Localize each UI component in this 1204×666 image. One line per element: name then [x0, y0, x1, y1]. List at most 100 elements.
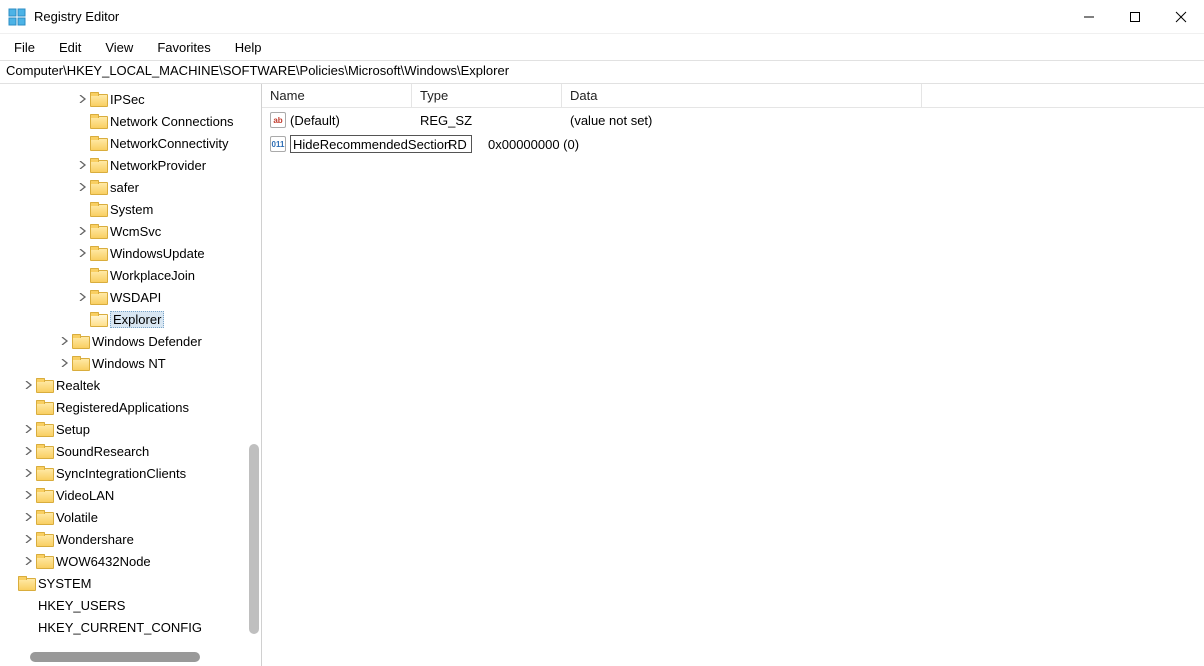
tree-item[interactable]: HKEY_CURRENT_CONFIG [0, 616, 261, 638]
tree-item-label: Network Connections [110, 114, 234, 129]
folder-icon [90, 114, 106, 128]
tree-item-label: WSDAPI [110, 290, 161, 305]
main-split: IPSec Network Connections NetworkConnectiv… [0, 84, 1204, 666]
tree-item[interactable]: WindowsUpdate [0, 242, 261, 264]
tree-item[interactable]: Realtek [0, 374, 261, 396]
chevron-right-icon[interactable] [22, 510, 36, 524]
chevron-right-icon[interactable] [76, 246, 90, 260]
chevron-right-icon[interactable] [22, 378, 36, 392]
menu-view[interactable]: View [95, 38, 143, 57]
folder-icon [36, 488, 52, 502]
column-header-name[interactable]: Name [262, 84, 412, 107]
menubar: File Edit View Favorites Help [0, 34, 1204, 60]
tree-item[interactable]: NetworkConnectivity [0, 132, 261, 154]
tree-item[interactable]: RegisteredApplications [0, 396, 261, 418]
chevron-right-icon[interactable] [76, 290, 90, 304]
tree-item-label: WcmSvc [110, 224, 161, 239]
chevron-right-icon[interactable] [22, 554, 36, 568]
chevron-right-icon[interactable] [58, 334, 72, 348]
column-header-type[interactable]: Type [412, 84, 562, 107]
maximize-button[interactable] [1112, 0, 1158, 34]
chevron-right-icon[interactable] [58, 356, 72, 370]
tree-item[interactable]: HKEY_USERS [0, 594, 261, 616]
tree-item[interactable]: System [0, 198, 261, 220]
tree-item-label: Windows NT [92, 356, 166, 371]
close-button[interactable] [1158, 0, 1204, 34]
tree-item-label: safer [110, 180, 139, 195]
tree-item-label: Explorer [110, 311, 164, 328]
chevron-right-icon[interactable] [76, 224, 90, 238]
tree-horizontal-scrollbar-thumb[interactable] [30, 652, 200, 662]
dword-value-icon: 011 [270, 136, 286, 152]
list-pane[interactable]: Name Type Data ab (Default) REG_SZ (valu… [262, 84, 1204, 666]
folder-icon [90, 312, 106, 326]
menu-file[interactable]: File [4, 38, 45, 57]
folder-icon [90, 268, 106, 282]
tree-item[interactable]: Windows NT [0, 352, 261, 374]
tree-item-label: RegisteredApplications [56, 400, 189, 415]
tree-item[interactable]: WSDAPI [0, 286, 261, 308]
chevron-right-icon[interactable] [22, 532, 36, 546]
tree-item[interactable]: SyncIntegrationClients [0, 462, 261, 484]
folder-icon [36, 378, 52, 392]
tree-item-label: HKEY_USERS [38, 598, 125, 613]
folder-icon [36, 466, 52, 480]
tree-item[interactable]: Network Connections [0, 110, 261, 132]
tree-item-label: NetworkConnectivity [110, 136, 229, 151]
window-title: Registry Editor [34, 9, 119, 24]
tree-item[interactable]: IPSec [0, 88, 261, 110]
tree-item[interactable]: Explorer [0, 308, 261, 330]
menu-edit[interactable]: Edit [49, 38, 91, 57]
tree-item[interactable]: NetworkProvider [0, 154, 261, 176]
chevron-right-icon[interactable] [76, 180, 90, 194]
chevron-right-icon[interactable] [76, 92, 90, 106]
chevron-right-icon[interactable] [76, 158, 90, 172]
minimize-button[interactable] [1066, 0, 1112, 34]
chevron-right-icon[interactable] [22, 488, 36, 502]
address-bar[interactable]: Computer\HKEY_LOCAL_MACHINE\SOFTWARE\Pol… [0, 60, 1204, 84]
list-row[interactable]: ab (Default) REG_SZ (value not set) [262, 108, 1204, 132]
tree-item-label: HKEY_CURRENT_CONFIG [38, 620, 202, 635]
folder-icon [90, 158, 106, 172]
tree-vertical-scrollbar-thumb[interactable] [249, 444, 259, 634]
tree-item-label: VideoLAN [56, 488, 114, 503]
tree-item[interactable]: Volatile [0, 506, 261, 528]
tree-item[interactable]: VideoLAN [0, 484, 261, 506]
value-type: REG_SZ [412, 113, 562, 128]
folder-icon [18, 576, 34, 590]
tree-item-label: IPSec [110, 92, 145, 107]
menu-help[interactable]: Help [225, 38, 272, 57]
tree-item[interactable]: Wondershare [0, 528, 261, 550]
folder-icon [90, 224, 106, 238]
tree-pane[interactable]: IPSec Network Connections NetworkConnectiv… [0, 84, 262, 666]
folder-icon [36, 554, 52, 568]
menu-favorites[interactable]: Favorites [147, 38, 220, 57]
list-row[interactable]: 011 RD 0x00000000 (0) [262, 132, 1204, 156]
column-header-data[interactable]: Data [562, 84, 922, 107]
tree-item[interactable]: SYSTEM [0, 572, 261, 594]
tree-item-label: System [110, 202, 153, 217]
tree-item[interactable]: WOW6432Node [0, 550, 261, 572]
tree-item-label: NetworkProvider [110, 158, 206, 173]
tree-item-label: Setup [56, 422, 90, 437]
folder-icon [36, 510, 52, 524]
tree-item[interactable]: safer [0, 176, 261, 198]
tree-item[interactable]: Setup [0, 418, 261, 440]
tree-item-label: SyncIntegrationClients [56, 466, 186, 481]
folder-icon [90, 246, 106, 260]
folder-icon [90, 202, 106, 216]
folder-icon [90, 92, 106, 106]
tree-item[interactable]: WorkplaceJoin [0, 264, 261, 286]
chevron-right-icon[interactable] [22, 444, 36, 458]
tree-item[interactable]: Windows Defender [0, 330, 261, 352]
tree-item-label: WindowsUpdate [110, 246, 205, 261]
titlebar: Registry Editor [0, 0, 1204, 34]
folder-icon [36, 444, 52, 458]
value-rename-input[interactable] [290, 135, 472, 153]
folder-icon [36, 422, 52, 436]
tree-item[interactable]: WcmSvc [0, 220, 261, 242]
chevron-right-icon[interactable] [22, 466, 36, 480]
tree-item[interactable]: SoundResearch [0, 440, 261, 462]
chevron-right-icon[interactable] [22, 422, 36, 436]
string-value-icon: ab [270, 112, 286, 128]
